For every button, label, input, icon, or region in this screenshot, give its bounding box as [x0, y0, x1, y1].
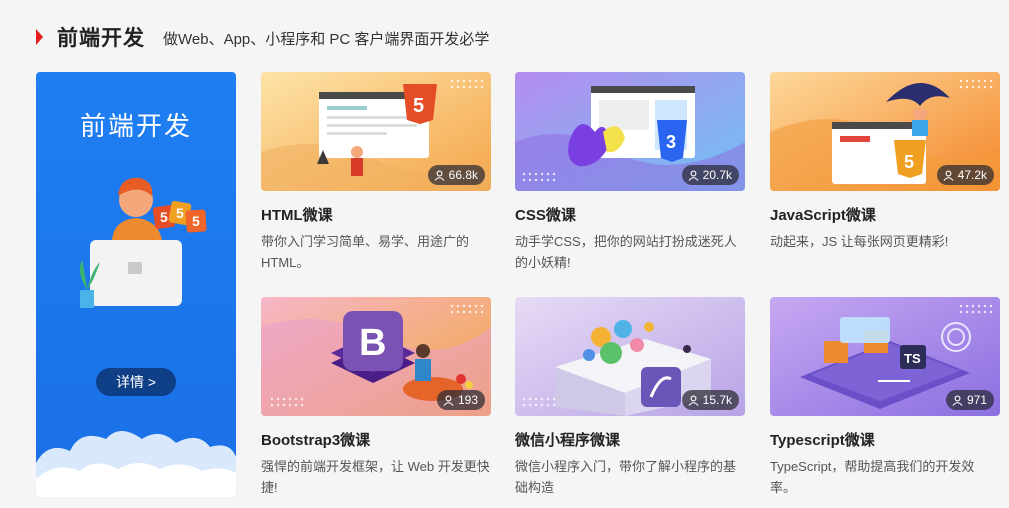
- dots-decoration-icon: [958, 303, 994, 317]
- course-card-typescript[interactable]: TS 971 Typescript微课 TypeScript，帮助提高我们的开发…: [770, 297, 1000, 497]
- dots-decoration-icon: [449, 78, 485, 92]
- course-description: 带你入门学习简单、易学、用途广的HTML。: [261, 234, 470, 270]
- course-description: 动起来，JS 让每张网页更精彩!: [770, 234, 949, 249]
- svg-text:5: 5: [176, 205, 184, 221]
- course-card-javascript[interactable]: 5 47.2k JavaScript微课 动起来，JS 让每张网页更精彩!: [770, 72, 1000, 272]
- developer-illustration-icon: 5 5 5: [79, 177, 207, 308]
- course-title[interactable]: HTML微课: [261, 204, 491, 225]
- svg-text:5: 5: [904, 152, 914, 172]
- dots-decoration-icon: [269, 396, 305, 410]
- promo-title: 前端开发: [79, 111, 192, 141]
- clouds-decoration-icon: [36, 431, 236, 497]
- view-count: 47.2k: [957, 168, 987, 182]
- course-thumbnail[interactable]: B 193: [261, 297, 491, 416]
- user-icon: [952, 395, 963, 406]
- view-count-badge: 193: [436, 390, 485, 410]
- svg-text:5: 5: [192, 213, 200, 229]
- user-icon: [434, 170, 445, 181]
- section-subtitle: 做Web、App、小程序和 PC 客户端界面开发必学: [163, 31, 490, 48]
- course-title[interactable]: CSS微课: [515, 204, 745, 225]
- course-thumbnail[interactable]: 5 47.2k: [770, 72, 1000, 191]
- course-description: TypeScript，帮助提高我们的开发效率。: [770, 459, 975, 495]
- svg-text:5: 5: [160, 209, 168, 225]
- course-title[interactable]: 微信小程序微课: [515, 429, 745, 450]
- course-card-css[interactable]: 3 20.7k CSS微课 动手学CSS，把你的网站打扮成迷死人的小妖精!: [515, 72, 745, 272]
- view-count: 193: [457, 393, 478, 407]
- details-button[interactable]: 详情 >: [96, 368, 176, 396]
- course-description: 强悍的前端开发框架，让 Web 开发更快捷!: [261, 459, 490, 495]
- view-count-badge: 971: [945, 390, 994, 410]
- user-icon: [943, 170, 954, 181]
- dots-decoration-icon: [449, 303, 485, 317]
- view-count-badge: 20.7k: [681, 165, 739, 185]
- view-count-badge: 15.7k: [681, 390, 739, 410]
- svg-text:5: 5: [413, 95, 424, 117]
- view-count: 971: [966, 393, 987, 407]
- section-header: 前端开发 做Web、App、小程序和 PC 客户端界面开发必学: [36, 22, 489, 52]
- course-description: 微信小程序入门，带你了解小程序的基础构造: [515, 459, 737, 495]
- dots-decoration-icon: [521, 396, 557, 410]
- view-count-badge: 47.2k: [936, 165, 994, 185]
- course-title[interactable]: Bootstrap3微课: [261, 429, 491, 450]
- course-card-html[interactable]: 5 66.8k HTML微课 带你入门学习简单、易学、用途广的HTML。: [261, 72, 491, 272]
- promo-card[interactable]: 前端开发 5 5 5 详情 >: [36, 72, 236, 497]
- svg-text:TS: TS: [904, 351, 921, 366]
- course-card-bootstrap[interactable]: B 193 Bootstrap3微课 强悍的前端开发框架，让 Web 开发更快捷…: [261, 297, 491, 497]
- course-thumbnail[interactable]: 5 66.8k: [261, 72, 491, 191]
- view-count: 20.7k: [702, 168, 732, 182]
- section-title: 前端开发: [57, 27, 145, 50]
- course-title[interactable]: Typescript微课: [770, 429, 1000, 450]
- section-marker-icon: [36, 29, 43, 45]
- course-description: 动手学CSS，把你的网站打扮成迷死人的小妖精!: [515, 234, 737, 270]
- course-thumbnail[interactable]: 15.7k: [515, 297, 745, 416]
- svg-text:B: B: [359, 322, 386, 364]
- user-icon: [688, 170, 699, 181]
- user-icon: [443, 395, 454, 406]
- dots-decoration-icon: [521, 171, 557, 185]
- course-thumbnail[interactable]: 3 20.7k: [515, 72, 745, 191]
- view-count: 66.8k: [448, 168, 478, 182]
- course-card-miniprogram[interactable]: 15.7k 微信小程序微课 微信小程序入门，带你了解小程序的基础构造: [515, 297, 745, 497]
- user-icon: [688, 395, 699, 406]
- view-count-badge: 66.8k: [427, 165, 485, 185]
- view-count: 15.7k: [702, 393, 732, 407]
- course-thumbnail[interactable]: TS 971: [770, 297, 1000, 416]
- dots-decoration-icon: [958, 78, 994, 92]
- course-title[interactable]: JavaScript微课: [770, 204, 1000, 225]
- svg-text:3: 3: [666, 132, 676, 152]
